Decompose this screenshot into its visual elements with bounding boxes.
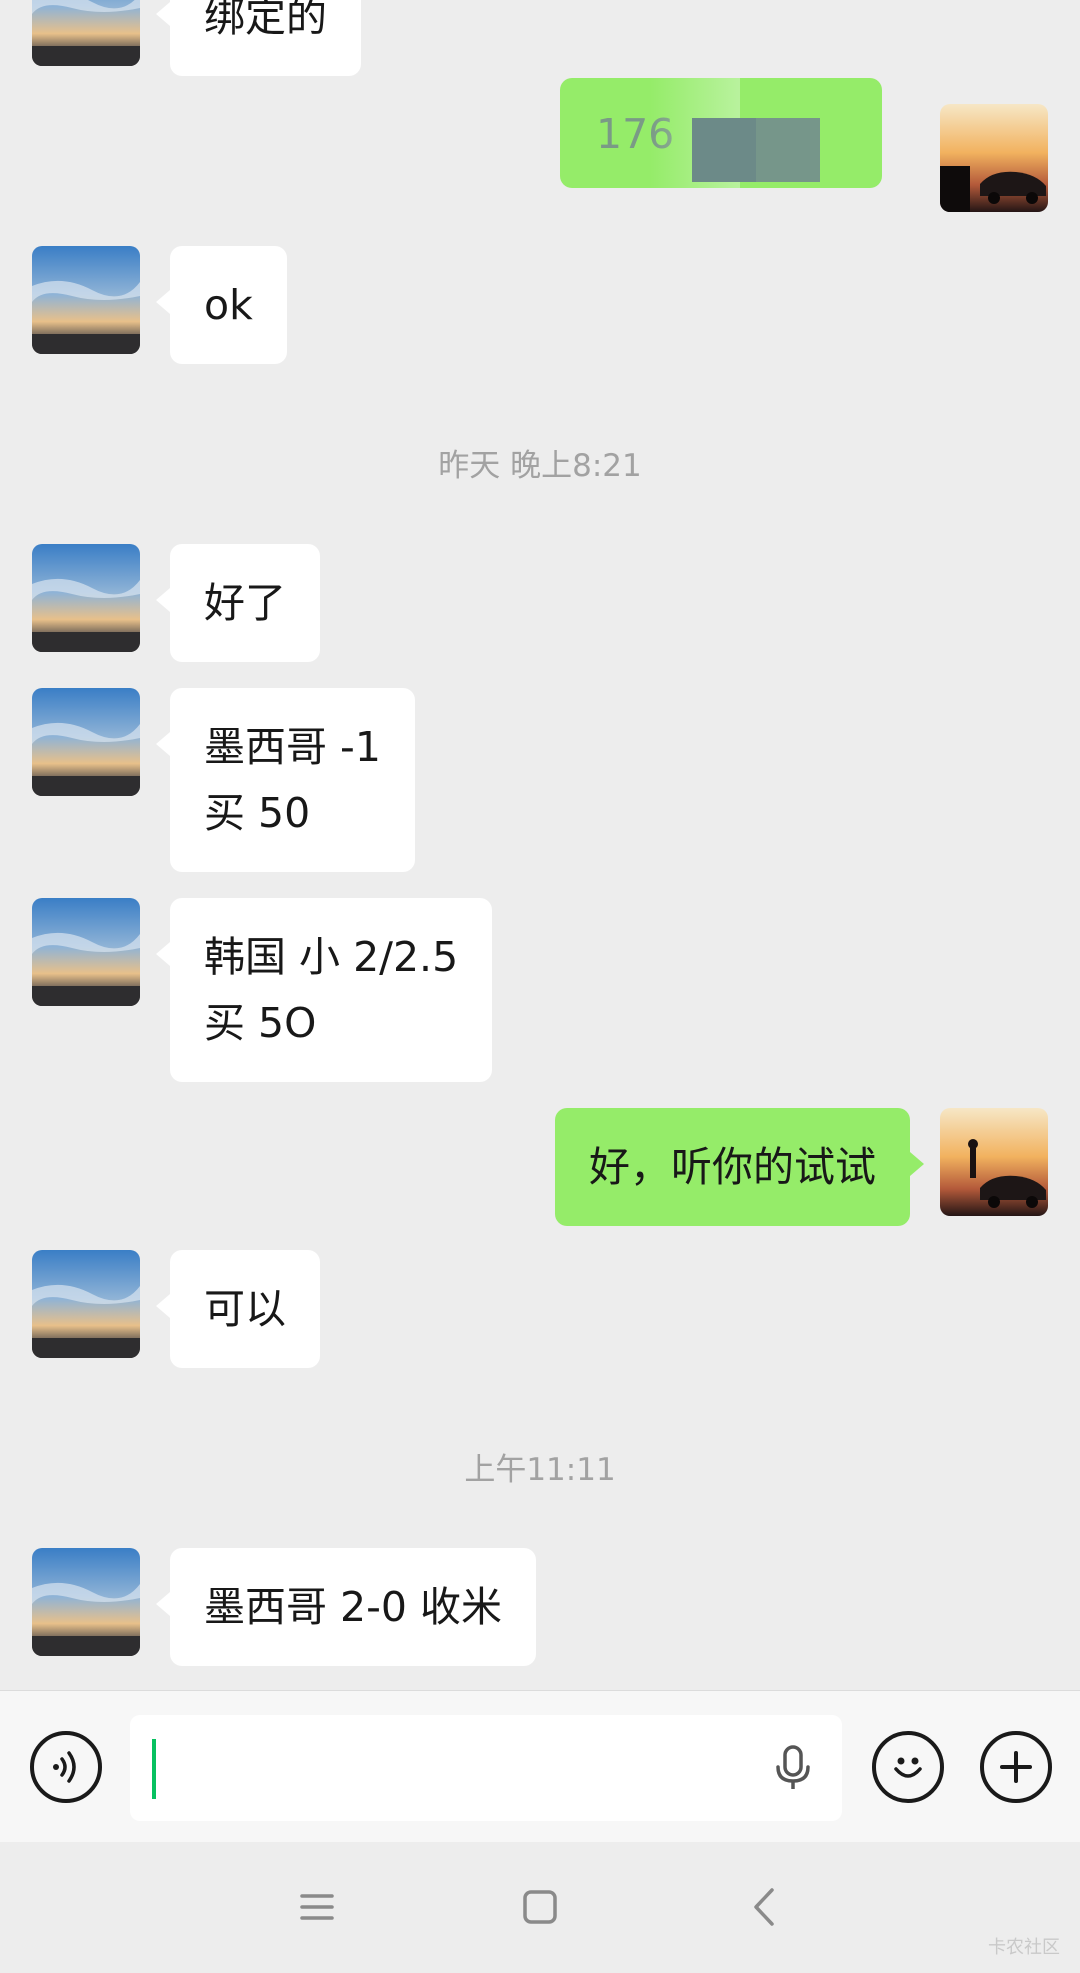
voice-toggle-button[interactable]: [30, 1731, 102, 1803]
redaction-block: [756, 118, 820, 182]
chevron-left-icon[interactable]: [730, 1872, 800, 1942]
sky-landscape-icon: [32, 1548, 140, 1656]
message-bubble[interactable]: 好，听你的试试: [555, 1108, 924, 1226]
message-row: 墨西哥 -1 买 50: [0, 688, 1080, 872]
contact-avatar[interactable]: [32, 0, 140, 66]
message-bubble[interactable]: 绑定的: [156, 0, 361, 76]
message-bubble[interactable]: ok: [156, 246, 287, 364]
system-nav-bar: 卡农社区: [0, 1842, 1080, 1973]
sky-landscape-icon: [32, 544, 140, 652]
smiley-icon: [894, 1757, 922, 1778]
my-avatar[interactable]: [940, 104, 1048, 212]
timestamp: 上午11:11: [464, 1452, 616, 1488]
message-row: 可以: [0, 1250, 1080, 1368]
message-row: 176: [0, 78, 1080, 212]
sky-landscape-icon: [32, 898, 140, 1006]
message-bubble[interactable]: 墨西哥 2-0 收米: [155, 1548, 537, 1666]
message-row: 墨西哥 2-0 收米: [0, 1548, 1080, 1666]
contact-avatar[interactable]: [32, 898, 140, 1006]
message-input[interactable]: [130, 1715, 842, 1821]
menu-icon[interactable]: [282, 1872, 352, 1942]
redaction-block: [692, 118, 756, 182]
contact-avatar[interactable]: [32, 544, 140, 652]
my-avatar[interactable]: [940, 1108, 1048, 1216]
message-bubble[interactable]: 墨西哥 -1 买 50: [156, 688, 415, 872]
message-bubble[interactable]: 韩国 小 2/2.5 买 5O: [155, 898, 493, 1082]
watermark: 卡农社区: [988, 1937, 1060, 1958]
contact-avatar[interactable]: [32, 1548, 140, 1656]
blurred-number-bubble[interactable]: 176: [560, 78, 882, 188]
message-row: ok: [0, 246, 1080, 364]
message-row: 好，听你的试试: [0, 1108, 1080, 1226]
sky-landscape-icon: [32, 688, 140, 796]
sunset-car-icon: [940, 104, 1048, 212]
message-row: 韩国 小 2/2.5 买 5O: [0, 898, 1080, 1082]
message-bubble[interactable]: 好了: [156, 544, 320, 662]
sky-landscape-icon: [32, 246, 140, 354]
square-home-icon[interactable]: [505, 1872, 575, 1942]
message-bubble[interactable]: 可以: [156, 1250, 320, 1368]
plus-icon: [1000, 1751, 1032, 1783]
sky-landscape-icon: [32, 0, 140, 66]
text-caret: [152, 1739, 156, 1799]
microphone-icon[interactable]: [766, 1741, 820, 1795]
voice-wave-icon: [53, 1751, 76, 1783]
contact-avatar[interactable]: [32, 688, 140, 796]
contact-avatar[interactable]: [32, 1250, 140, 1358]
input-bar: [0, 1690, 1080, 1842]
message-row: 好了: [0, 544, 1080, 662]
sunset-car-icon: [940, 1108, 1048, 1216]
timestamp: 昨天 晚上8:21: [438, 448, 642, 484]
message-row: 绑定的: [0, 0, 1080, 76]
contact-avatar[interactable]: [32, 246, 140, 354]
chat-area: 绑定的 176 ok 昨天 晚上8:21 好了 墨西哥 -1 买 50 韩国 小…: [0, 0, 1080, 1690]
sky-landscape-icon: [32, 1250, 140, 1358]
emoji-button[interactable]: [872, 1731, 944, 1803]
plus-button[interactable]: [980, 1731, 1052, 1803]
